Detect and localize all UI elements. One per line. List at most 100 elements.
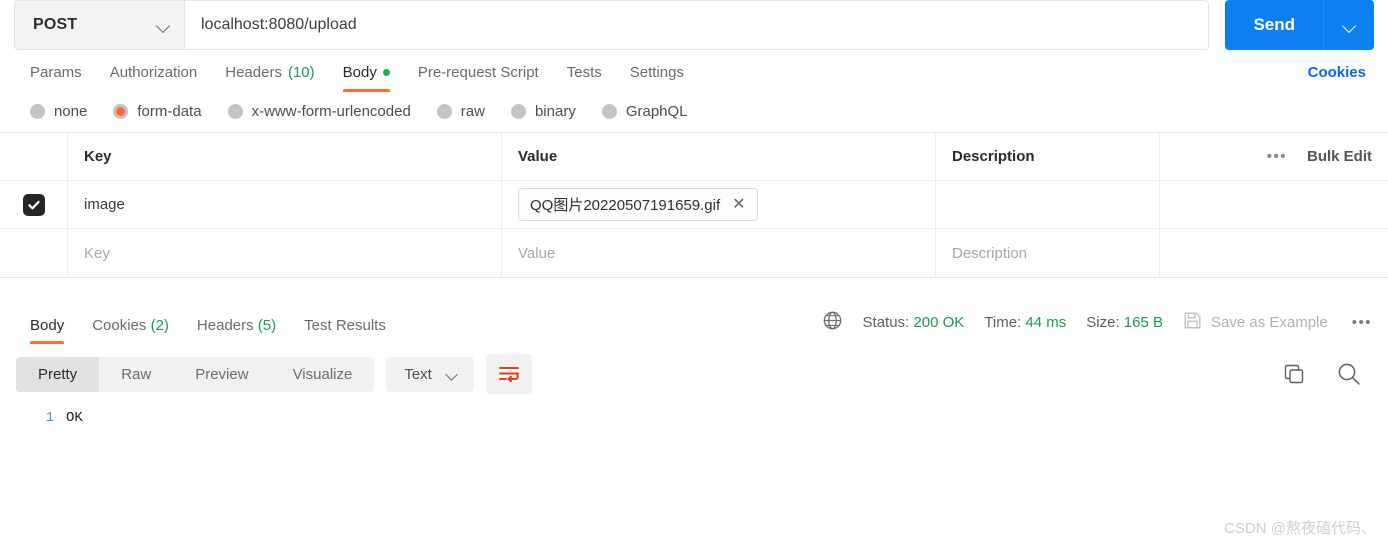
size-value: 165 B: [1123, 314, 1163, 331]
status-label: Status:: [862, 314, 910, 331]
response-more-icon[interactable]: •••: [1348, 314, 1372, 331]
bulk-edit-button[interactable]: Bulk Edit: [1307, 148, 1372, 165]
body-type-form-data[interactable]: form-data: [113, 103, 202, 120]
send-button[interactable]: Send: [1225, 0, 1324, 50]
response-tab-cookies[interactable]: Cookies (2): [78, 317, 183, 344]
view-mode-segmented-control: Pretty Raw Preview Visualize: [16, 356, 375, 392]
radio-icon: [436, 104, 452, 119]
search-icon[interactable]: [1336, 361, 1362, 387]
response-tab-bar: Body Cookies (2) Headers (5) Test Result…: [0, 300, 1388, 344]
new-value-input[interactable]: Value: [502, 229, 936, 277]
send-options-button[interactable]: [1324, 0, 1374, 50]
form-data-table: Key Value Description ••• Bulk Edit imag…: [0, 132, 1388, 278]
response-meta: Status: 200 OK Time: 44 ms Size: 165 B S…: [822, 310, 1372, 344]
view-mode-visualize[interactable]: Visualize: [271, 357, 375, 392]
size-readout: Size: 165 B: [1086, 314, 1163, 331]
tab-count: (10): [287, 64, 315, 81]
row-value-cell: QQ图片20220507191659.gif ✕: [502, 181, 936, 228]
response-type-label: Text: [404, 365, 432, 383]
code-line: OK: [66, 410, 83, 426]
viewer-right-actions: [1282, 361, 1372, 387]
view-mode-pretty[interactable]: Pretty: [16, 356, 100, 392]
time-value: 44 ms: [1025, 314, 1067, 331]
radio-label: x-www-form-urlencoded: [251, 103, 411, 120]
size-label: Size:: [1086, 314, 1120, 331]
save-as-example-button[interactable]: Save as Example: [1183, 311, 1328, 334]
copy-icon[interactable]: [1282, 362, 1306, 386]
radio-icon: [113, 104, 129, 119]
response-tab-headers[interactable]: Headers (5): [183, 317, 290, 344]
remove-file-icon[interactable]: ✕: [730, 196, 747, 213]
status-value: 200 OK: [913, 314, 965, 331]
globe-icon: [822, 310, 843, 335]
word-wrap-toggle[interactable]: [485, 354, 532, 394]
response-type-selector[interactable]: Text: [386, 356, 474, 392]
radio-label: none: [54, 103, 88, 120]
line-number-gutter: 1: [0, 410, 66, 426]
new-key-input[interactable]: Key: [68, 229, 502, 277]
tab-authorization[interactable]: Authorization: [96, 64, 212, 92]
radio-label: GraphQL: [625, 103, 688, 120]
tab-settings[interactable]: Settings: [616, 64, 698, 92]
header-value: Value: [502, 133, 936, 180]
table-tools: ••• Bulk Edit: [1160, 133, 1388, 180]
header-checkbox-cell: [0, 133, 68, 180]
body-type-radio-group: none form-data x-www-form-urlencoded raw…: [0, 92, 1388, 132]
tab-label: Params: [30, 64, 82, 81]
tab-label: Cookies: [92, 317, 147, 334]
tab-pre-request-script[interactable]: Pre-request Script: [404, 64, 553, 92]
cookies-link[interactable]: Cookies: [1308, 64, 1372, 92]
view-mode-raw[interactable]: Raw: [99, 357, 173, 392]
header-key: Key: [68, 133, 502, 180]
row-key-input[interactable]: image: [68, 181, 502, 228]
http-method-selector[interactable]: POST: [14, 0, 184, 50]
tab-body[interactable]: Body: [329, 64, 404, 92]
response-body-viewer[interactable]: 1 OK: [0, 402, 1388, 426]
url-input[interactable]: localhost:8080/upload: [184, 0, 1210, 50]
tab-label: Pre-request Script: [417, 64, 539, 81]
tab-label: Body: [342, 64, 377, 81]
body-type-none[interactable]: none: [30, 103, 87, 120]
chevron-down-icon: [157, 19, 170, 32]
header-description: Description: [936, 133, 1160, 180]
new-value-placeholder: Value: [518, 244, 556, 262]
new-description-placeholder: Description: [952, 244, 1028, 262]
row-checkbox[interactable]: [22, 193, 45, 216]
tab-label: Settings: [629, 64, 684, 81]
response-tab-test-results[interactable]: Test Results: [290, 317, 400, 344]
new-key-placeholder: Key: [84, 244, 110, 262]
request-url-bar: POST localhost:8080/upload Send: [0, 0, 1388, 50]
row-description-input[interactable]: [936, 181, 1160, 228]
tab-label: Tests: [566, 64, 602, 81]
file-name: QQ图片20220507191659.gif: [530, 197, 721, 214]
new-description-input[interactable]: Description: [936, 229, 1160, 277]
table-header-row: Key Value Description ••• Bulk Edit: [0, 133, 1388, 181]
tab-tests[interactable]: Tests: [553, 64, 616, 92]
code-content: OK: [66, 410, 83, 426]
watermark: CSDN @熬夜磕代码、: [1224, 520, 1376, 537]
chevron-down-icon: [1343, 19, 1356, 32]
body-type-graphql[interactable]: GraphQL: [601, 103, 688, 120]
response-tab-body[interactable]: Body: [16, 317, 78, 344]
file-chip[interactable]: QQ图片20220507191659.gif ✕: [518, 188, 758, 221]
tab-params[interactable]: Params: [16, 64, 96, 92]
tab-label: Test Results: [304, 317, 386, 334]
radio-label: form-data: [137, 103, 202, 120]
body-type-raw[interactable]: raw: [436, 103, 485, 120]
tab-label: Headers: [196, 317, 254, 334]
line-number: 1: [45, 410, 54, 426]
table-more-icon[interactable]: •••: [1267, 149, 1287, 164]
table-placeholder-row: Key Value Description: [0, 229, 1388, 277]
tab-headers[interactable]: Headers (10): [211, 64, 328, 92]
body-type-binary[interactable]: binary: [510, 103, 576, 120]
response-viewer-toolbar: Pretty Raw Preview Visualize Text: [0, 344, 1388, 402]
table-row: image QQ图片20220507191659.gif ✕: [0, 181, 1388, 229]
radio-label: raw: [460, 103, 485, 120]
view-mode-preview[interactable]: Preview: [173, 357, 270, 392]
row-tools: [1160, 181, 1388, 228]
send-button-group: Send: [1225, 0, 1374, 50]
time-readout: Time: 44 ms: [984, 314, 1066, 331]
chevron-down-icon: [446, 368, 458, 380]
modified-dot-icon: [382, 69, 390, 76]
body-type-x-www-form-urlencoded[interactable]: x-www-form-urlencoded: [227, 103, 411, 120]
